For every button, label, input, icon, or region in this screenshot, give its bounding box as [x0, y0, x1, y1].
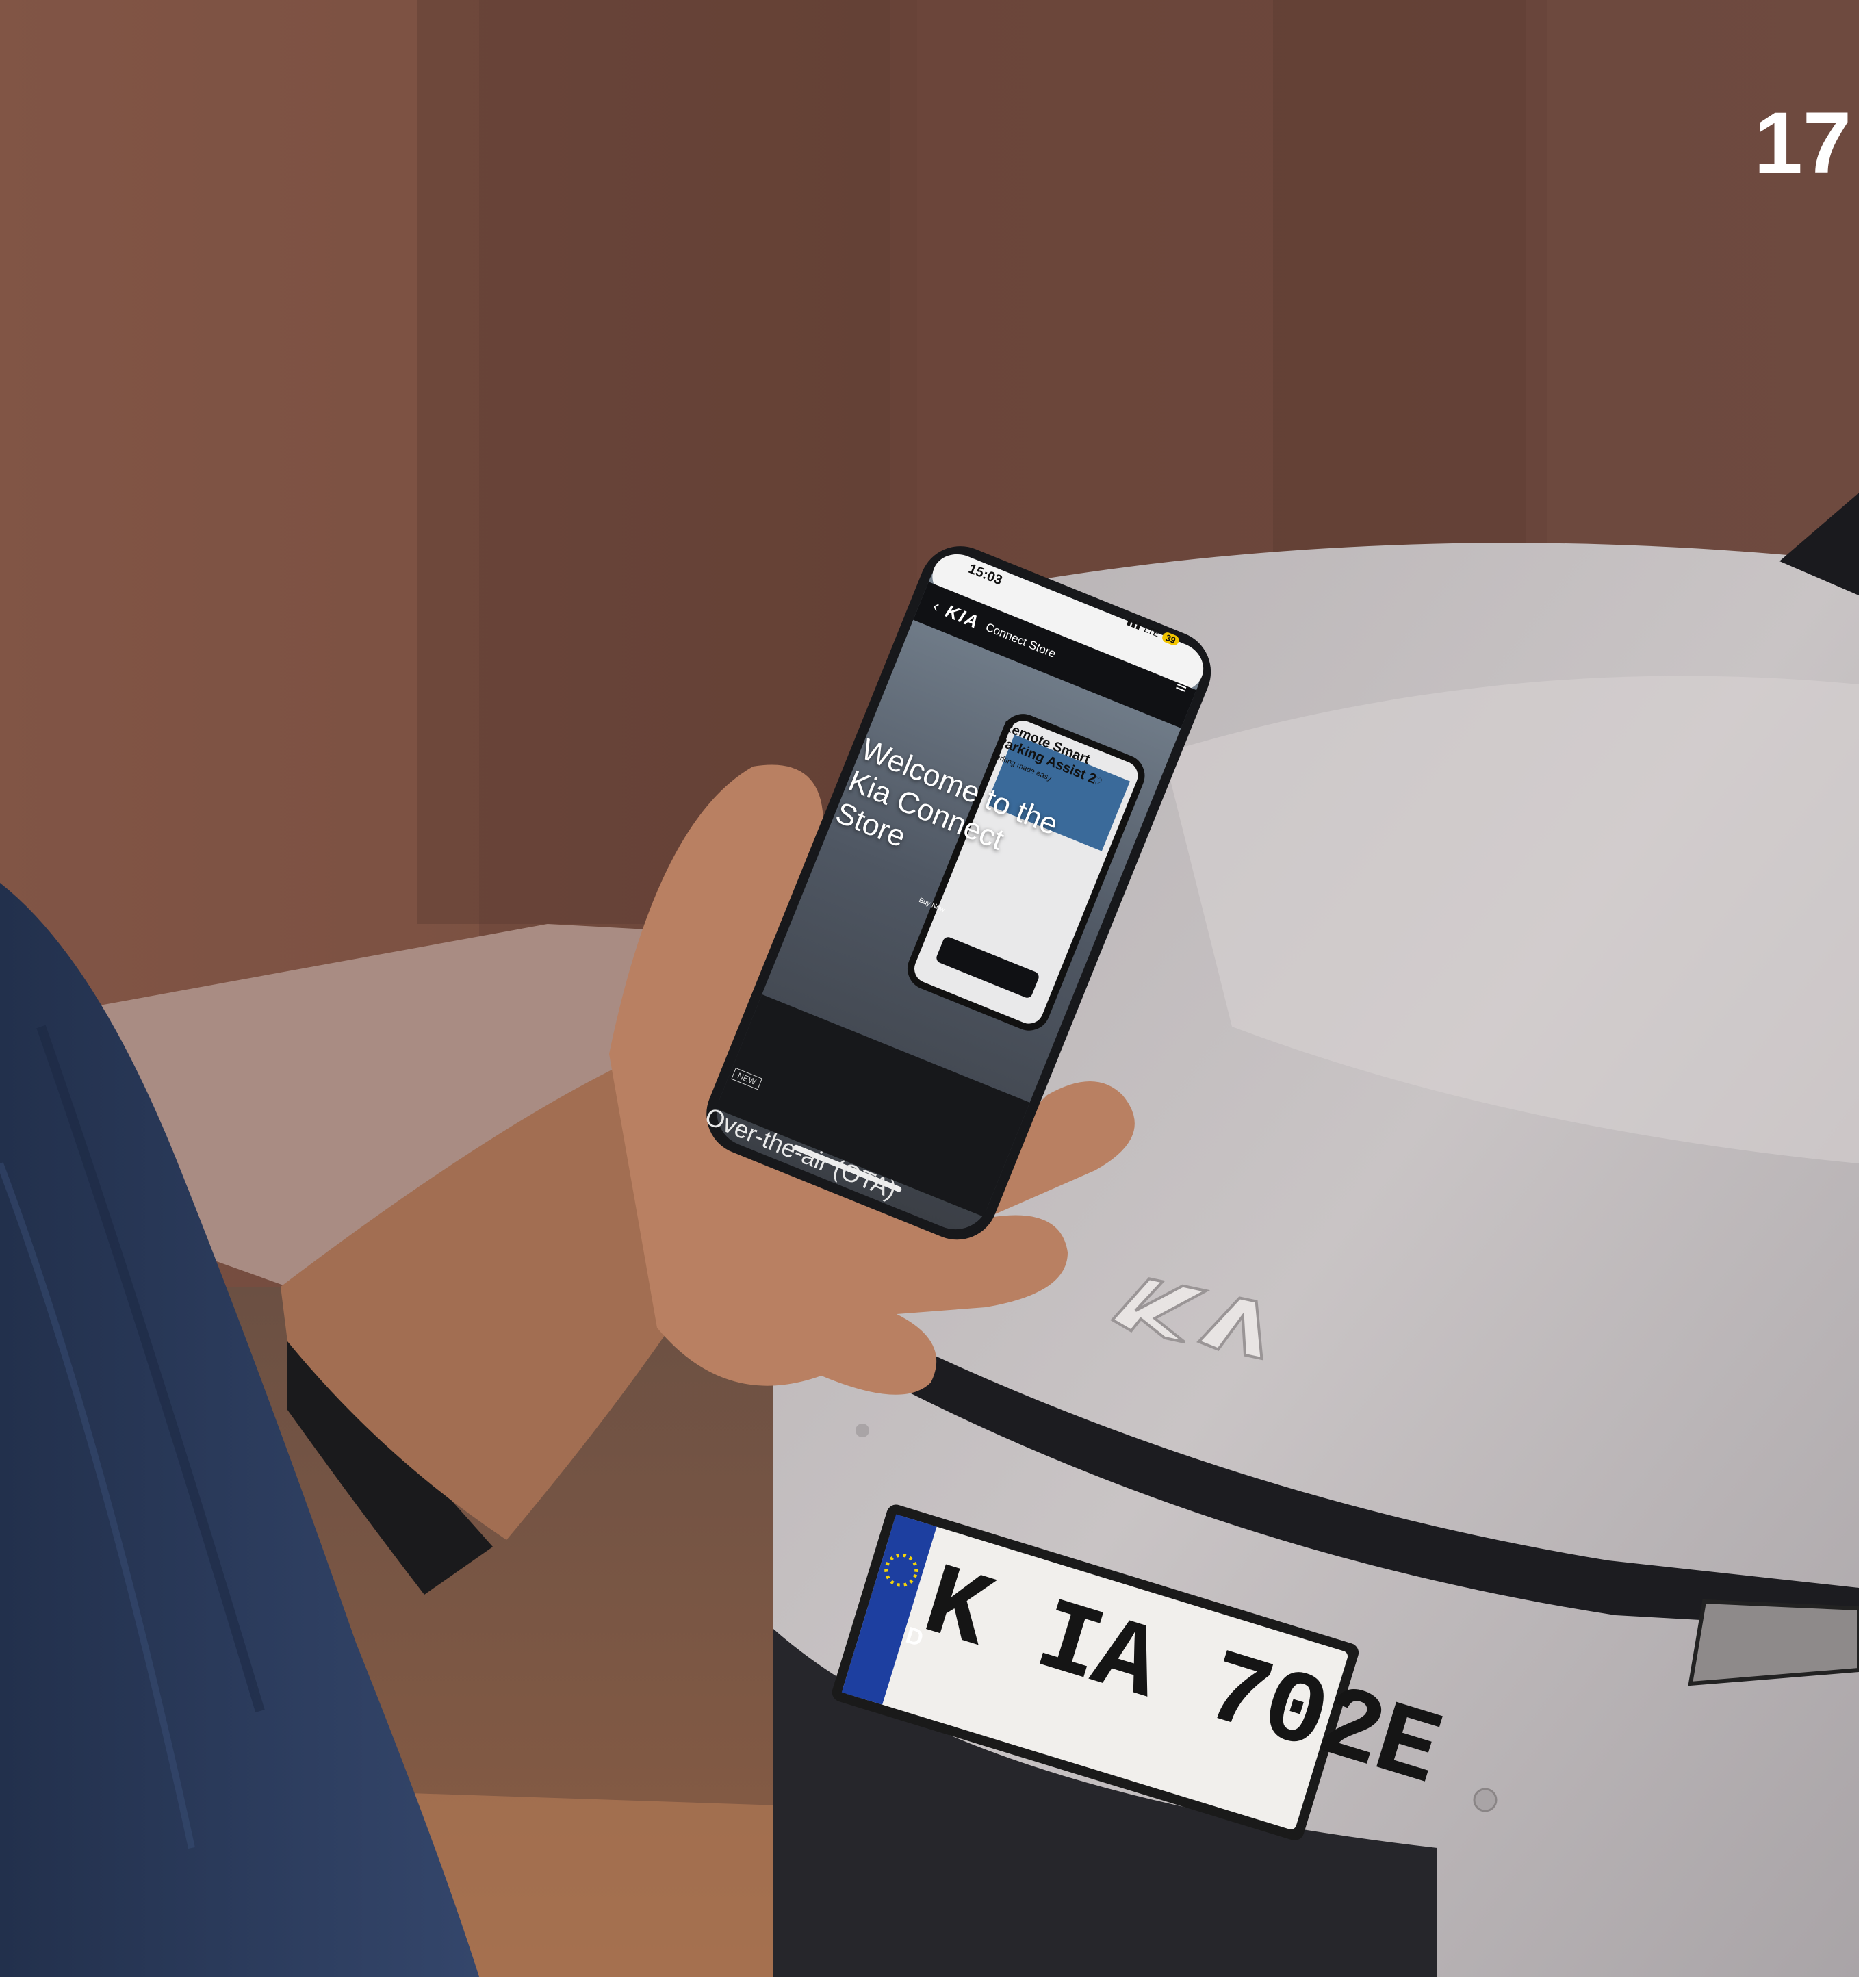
- sensor: [1473, 1788, 1498, 1812]
- wall-panel: [1273, 0, 1547, 589]
- wall-panel: [0, 0, 479, 1006]
- page-number: 17: [1753, 94, 1851, 192]
- ground-light: [411, 1793, 821, 1977]
- headlight: [1688, 1599, 1861, 1686]
- photo-scene: 15:03 ▮▮▮ LTE 39 ‹ KIA Connect Store ≡ W…: [0, 0, 1876, 1977]
- wall-panel: [1526, 0, 1868, 589]
- page-margin: [1859, 0, 1876, 1977]
- sensor: [856, 1424, 869, 1437]
